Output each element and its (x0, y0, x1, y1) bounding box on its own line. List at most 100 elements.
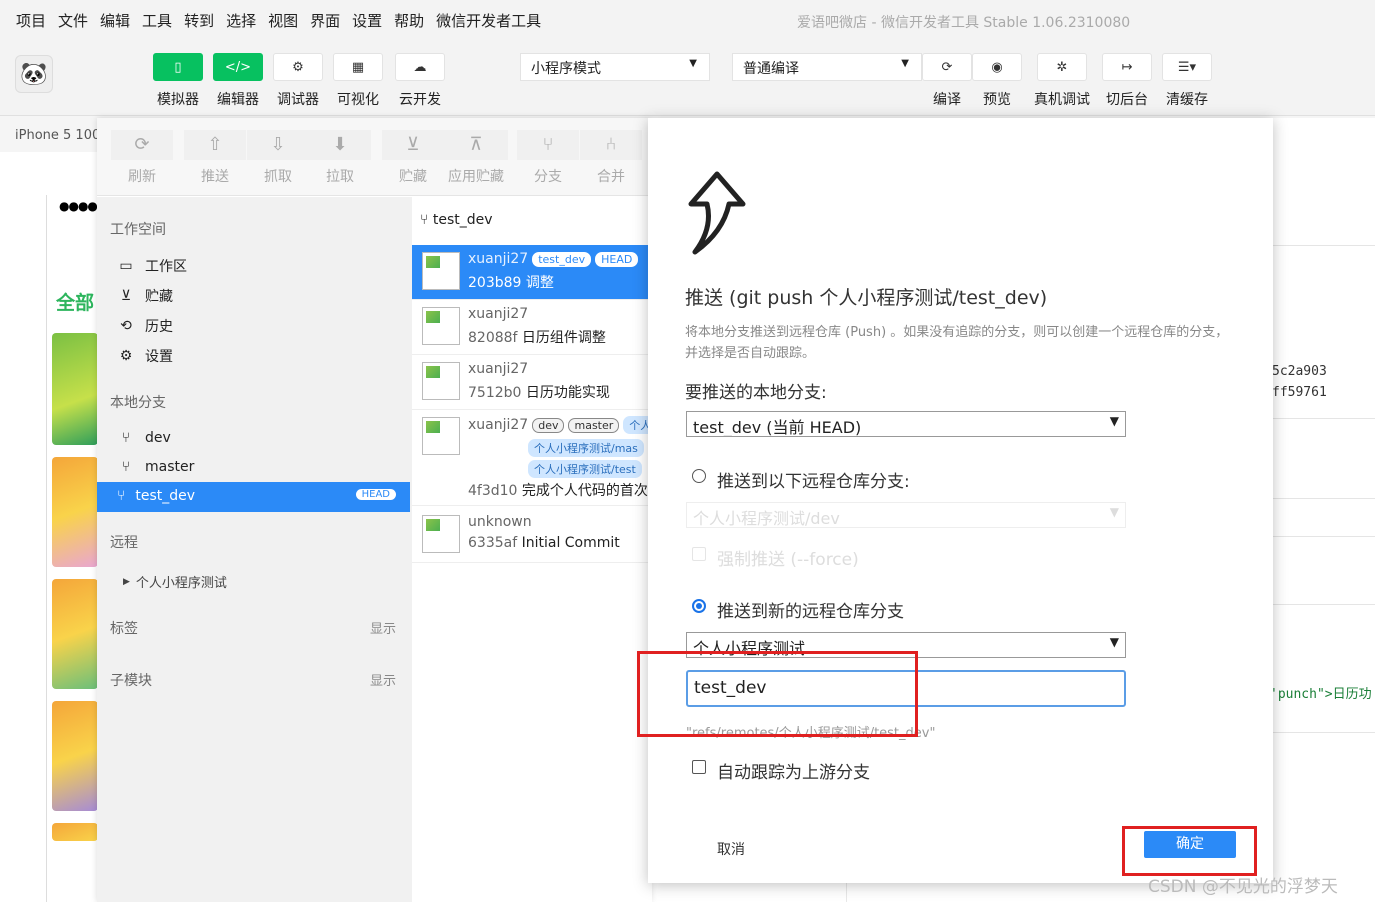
book-thumb[interactable] (52, 457, 98, 567)
sidebar-item-settings[interactable]: ⚙ 设置 (117, 346, 407, 366)
book-thumb[interactable] (52, 579, 98, 689)
commit-row[interactable]: xuanji27 dev master 个人 个人小程序测试/mas 个人小程序测试/… (412, 410, 652, 506)
refresh-icon: ⟳ (941, 59, 953, 75)
watermark: CSDN @不见光的浮梦天 (1148, 877, 1338, 897)
existing-branch-select[interactable]: 个人小程序测试/dev ▼ (686, 502, 1126, 528)
divider (1272, 604, 1375, 605)
commit-hash: 203b89 (468, 275, 522, 291)
commit-row[interactable]: unknown 6335af Initial Commit (412, 508, 652, 563)
auto-track-checkbox[interactable] (692, 760, 706, 774)
commit-author: xuanji27 (468, 417, 529, 433)
menu-select[interactable]: 选择 (226, 10, 256, 31)
commit-tag: HEAD (595, 252, 639, 267)
simulator-button[interactable]: ▯ 模拟器 (153, 53, 203, 109)
branch-item-test-dev[interactable]: ⑂ test_dev HEAD (97, 482, 410, 512)
git-refresh-label: 刷新 (128, 169, 156, 185)
push-icon: ⇧ (184, 130, 246, 160)
menu-view[interactable]: 视图 (268, 10, 298, 31)
remote-item-label: 个人小程序测试 (135, 576, 227, 591)
stash-icon: ⊻ (382, 130, 444, 160)
branch-icon: ⑂ (420, 212, 433, 228)
git-refresh-button[interactable]: ⟳ 刷新 (111, 130, 173, 186)
commit-row[interactable]: xuanji27 7512b0 日历功能实现 (412, 355, 652, 410)
menu-goto[interactable]: 转到 (184, 10, 214, 31)
menu-wechat-devtools[interactable]: 微信开发者工具 (436, 10, 541, 31)
new-branch-label: 推送到新的远程仓库分支 (717, 602, 904, 622)
device-label[interactable]: iPhone 5 100 (15, 128, 100, 143)
git-fetch-label: 抓取 (264, 169, 292, 185)
existing-branch-radio[interactable] (692, 469, 706, 483)
book-thumb[interactable] (52, 823, 98, 841)
main-toolbar: 🐼 ▯ 模拟器 </> 编辑器 ⚙ 调试器 ▦ 可视化 ☁ 云开发 小程序模式 … (0, 40, 1375, 116)
merge-icon: ⑃ (580, 130, 642, 160)
avatar-image (422, 252, 460, 290)
menu-file[interactable]: 文件 (58, 10, 88, 31)
cloud-button[interactable]: ☁ 云开发 (395, 53, 445, 109)
new-branch-radio[interactable] (692, 599, 706, 613)
branch-icon: ⑂ (117, 488, 126, 504)
commit-row[interactable]: xuanji27 82088f 日历组件调整 (412, 300, 652, 355)
remote-debug-label: 真机调试 (1034, 92, 1090, 108)
git-merge-label: 合并 (597, 169, 625, 185)
sidebar-item-stash[interactable]: ⊻ 贮藏 (117, 286, 407, 306)
commit-tag: test_dev (532, 252, 592, 267)
menu-settings[interactable]: 设置 (352, 10, 382, 31)
avatar[interactable]: 🐼 (15, 55, 53, 93)
git-apply-stash-button[interactable]: ⊼ 应用贮藏 (444, 130, 508, 186)
menu-edit[interactable]: 编辑 (100, 10, 130, 31)
clear-cache-button[interactable]: ☰▾ 清缓存 (1162, 53, 1212, 109)
eye-icon: ◉ (991, 59, 1003, 75)
mode-select-value: 小程序模式 (531, 61, 601, 77)
layout-icon: ▦ (351, 59, 365, 75)
commit-tag: dev (532, 418, 565, 433)
visual-button[interactable]: ▦ 可视化 (333, 53, 383, 109)
background-button[interactable]: ↦ 切后台 (1102, 53, 1152, 109)
stash-icon: ⊻ (120, 288, 132, 304)
git-push-button[interactable]: ⇧ 推送 (184, 130, 246, 186)
git-pull-button[interactable]: ⬇ 拉取 (309, 130, 371, 186)
git-merge-button[interactable]: ⑃ 合并 (580, 130, 642, 186)
branch-item-master[interactable]: ⑂ master (117, 459, 407, 475)
highlight-box (637, 651, 918, 737)
cancel-button[interactable]: 取消 (717, 839, 745, 859)
git-stash-button[interactable]: ⊻ 贮藏 (382, 130, 444, 186)
tags-show-toggle[interactable]: 显示 (370, 618, 396, 637)
commit-hash: 82088f (468, 330, 518, 346)
branch-item-dev[interactable]: ⑂ dev (117, 430, 407, 446)
sidebar-item-history[interactable]: ⟲ 历史 (117, 316, 407, 336)
local-branches-title: 本地分支 (110, 395, 166, 411)
branch-icon: ⑂ (517, 130, 579, 160)
avatar-image (422, 307, 460, 345)
chevron-down-icon: ▼ (1109, 635, 1119, 649)
mode-select[interactable]: 小程序模式 ▼ (520, 53, 710, 81)
code-icon: </> (224, 59, 252, 75)
debugger-button[interactable]: ⚙ 调试器 (273, 53, 323, 109)
menu-tools[interactable]: 工具 (142, 10, 172, 31)
book-thumb[interactable] (52, 701, 98, 811)
commit-row[interactable]: xuanji27 test_dev HEAD 203b89 调整 (412, 245, 652, 300)
local-branch-select[interactable]: test_dev (当前 HEAD) ▼ (686, 411, 1126, 437)
git-branch-button[interactable]: ⑂ 分支 (517, 130, 579, 186)
remote-item[interactable]: ▶ 个人小程序测试 (123, 572, 413, 591)
editor-button[interactable]: </> 编辑器 (213, 53, 263, 109)
git-fetch-button[interactable]: ⇩ 抓取 (247, 130, 309, 186)
sidebar-item-label: 设置 (145, 349, 173, 365)
book-thumb[interactable] (52, 333, 98, 445)
remote-debug-button[interactable]: ✲ 真机调试 (1034, 53, 1090, 109)
menu-interface[interactable]: 界面 (310, 10, 340, 31)
sidebar-item-workspace[interactable]: ▭ 工作区 (117, 256, 407, 276)
menu-help[interactable]: 帮助 (394, 10, 424, 31)
category-all[interactable]: 全部 (56, 288, 94, 315)
commit-hash: 5c2a903 (1272, 364, 1327, 379)
commit-author: xuanji27 (468, 361, 529, 377)
force-push-checkbox[interactable] (692, 547, 706, 561)
panda-icon: 🐼 (20, 61, 48, 87)
menu-project[interactable]: 项目 (16, 10, 46, 31)
submodules-show-toggle[interactable]: 显示 (370, 670, 396, 689)
phone-screen: ●●●●● 全部 (46, 195, 107, 902)
preview-button[interactable]: ◉ 预览 (972, 53, 1022, 109)
compile-select[interactable]: 普通编译 ▼ (732, 53, 922, 81)
remote-tag: 个人小程序测试/mas (528, 439, 644, 457)
highlight-box (1122, 826, 1257, 876)
pull-icon: ⬇ (309, 130, 371, 160)
